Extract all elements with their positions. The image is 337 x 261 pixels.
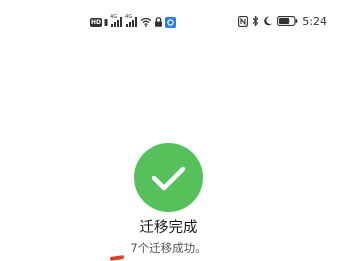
red-indicator-mark: [109, 255, 125, 261]
battery-icon: [277, 16, 298, 26]
sim-card-icon: [104, 18, 108, 26]
result-message: 7个迁移成功。: [130, 241, 207, 255]
status-bar: HD 4G 4G 5:24: [0, 0, 337, 42]
wifi-icon: [140, 17, 152, 27]
status-left-group: HD 4G 4G: [90, 14, 177, 28]
app-notification-icon: [165, 16, 177, 28]
lock-icon: [155, 17, 163, 27]
status-right-group: 5:24: [238, 14, 327, 28]
success-circle: [134, 143, 203, 212]
checkmark-icon: [151, 166, 186, 191]
sim1-network-label: 4G: [110, 14, 118, 20]
sim2-signal: 4G: [125, 14, 138, 27]
hd-badge: HD: [90, 17, 103, 27]
clock-time: 5:24: [302, 14, 327, 28]
do-not-disturb-moon-icon: [264, 16, 273, 26]
nfc-icon: [238, 15, 249, 27]
sim2-network-label: 4G: [125, 14, 133, 20]
bluetooth-icon: [252, 15, 259, 27]
result-title: 迁移完成: [139, 220, 198, 236]
sim1-signal: 4G: [110, 14, 123, 27]
